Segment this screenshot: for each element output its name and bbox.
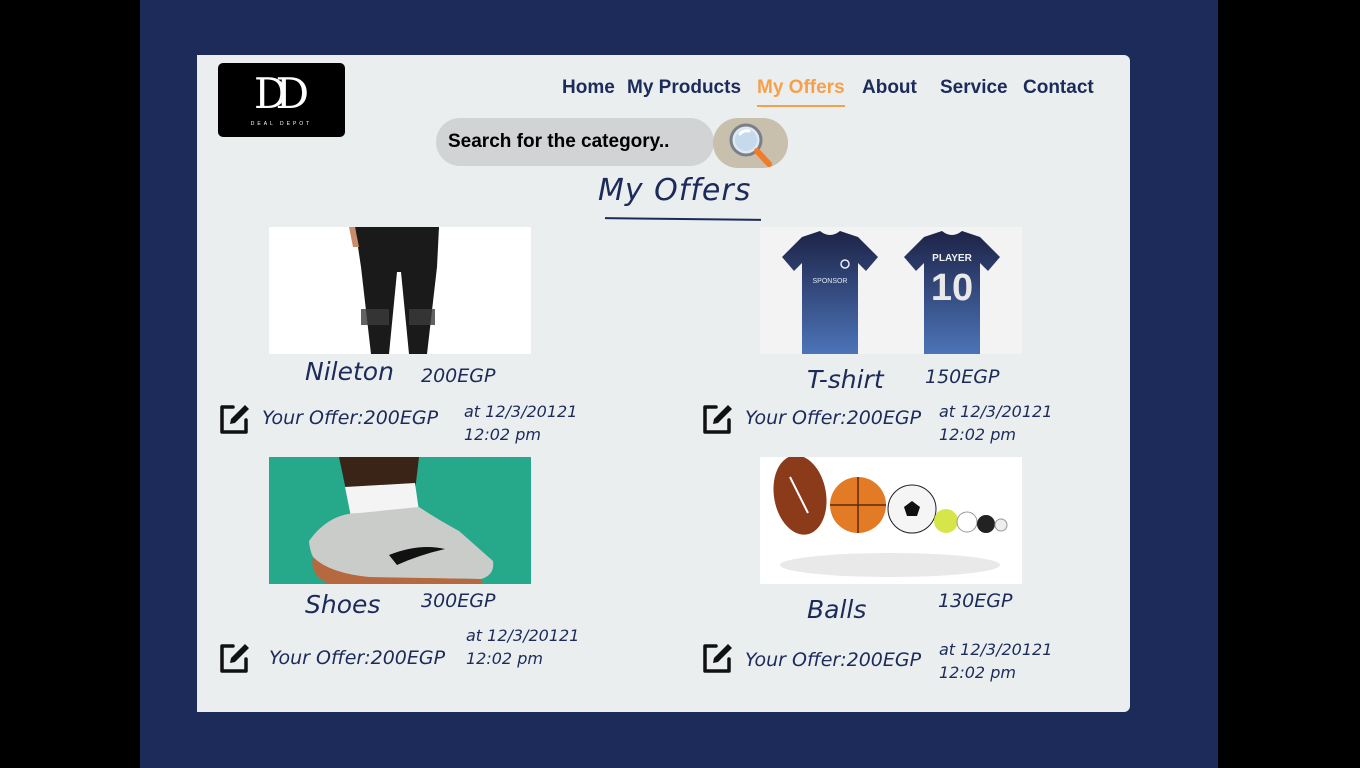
product-price: 130EGP xyxy=(938,590,1013,612)
edit-icon[interactable] xyxy=(216,640,252,676)
offer-date: at 12/3/20121 xyxy=(466,626,580,645)
product-image-leggings[interactable] xyxy=(269,227,531,354)
search-input[interactable] xyxy=(436,118,714,166)
offer-date: at 12/3/20121 xyxy=(464,402,578,421)
product-name: Nileton xyxy=(305,357,394,386)
product-name: T-shirt xyxy=(807,365,884,394)
product-image-balls[interactable] xyxy=(760,457,1022,584)
product-image-sneaker[interactable] xyxy=(269,457,531,584)
page-card: DD DEAL DEPOT Home My Products My Offers… xyxy=(197,55,1130,712)
logo-subtitle: DEAL DEPOT xyxy=(250,121,313,127)
jersey-number: 10 xyxy=(931,267,973,309)
offer-time: 12:02 pm xyxy=(466,649,543,668)
offer-time: 12:02 pm xyxy=(939,425,1016,444)
edit-icon[interactable] xyxy=(216,401,252,437)
logo[interactable]: DD DEAL DEPOT xyxy=(218,63,345,137)
product-image-jersey[interactable]: SPONSOR PLAYER 10 xyxy=(760,227,1022,354)
nav-about[interactable]: About xyxy=(862,77,917,107)
product-price: 300EGP xyxy=(421,590,496,612)
slide-background: DD DEAL DEPOT Home My Products My Offers… xyxy=(140,0,1218,768)
balls-image xyxy=(773,457,1008,577)
jersey-player-text: PLAYER xyxy=(932,253,972,264)
product-price: 150EGP xyxy=(925,366,1000,388)
nav-my-offers[interactable]: My Offers xyxy=(757,77,845,107)
search-box xyxy=(436,118,714,166)
offer-date: at 12/3/20121 xyxy=(939,402,1053,421)
offer-amount: Your Offer:200EGP xyxy=(745,649,922,671)
product-name: Balls xyxy=(807,595,867,624)
offer-time: 12:02 pm xyxy=(464,425,541,444)
offer-time: 12:02 pm xyxy=(939,663,1016,682)
product-price: 200EGP xyxy=(421,365,496,387)
offer-amount: Your Offer:200EGP xyxy=(262,407,439,429)
product-name: Shoes xyxy=(305,590,381,619)
edit-icon[interactable] xyxy=(699,401,735,437)
edit-icon[interactable] xyxy=(699,640,735,676)
jersey-sponsor-text: SPONSOR xyxy=(812,278,847,285)
jersey-image: SPONSOR PLAYER 10 xyxy=(782,231,1000,354)
sneaker-image xyxy=(309,457,494,584)
offer-amount: Your Offer:200EGP xyxy=(745,407,922,429)
nav-home[interactable]: Home xyxy=(562,77,615,107)
leggings-image xyxy=(349,227,439,354)
magnifier-icon xyxy=(729,123,772,167)
offer-amount: Your Offer:200EGP xyxy=(269,647,446,669)
logo-mark: DD xyxy=(253,69,309,118)
search-button[interactable] xyxy=(713,118,788,168)
nav-service[interactable]: Service xyxy=(940,77,1008,107)
nav-my-products[interactable]: My Products xyxy=(627,77,741,107)
page-title: My Offers xyxy=(598,173,752,208)
offer-date: at 12/3/20121 xyxy=(939,640,1053,659)
nav-contact[interactable]: Contact xyxy=(1023,77,1094,107)
title-underline xyxy=(604,217,762,221)
